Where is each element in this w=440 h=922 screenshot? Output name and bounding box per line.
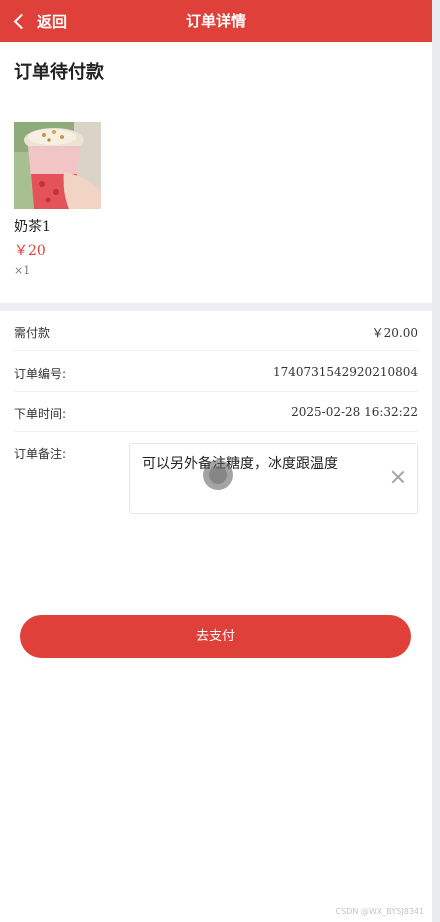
watermark: CSDN @WX_BYSJ8341 (335, 907, 424, 916)
top-navbar: 返回 订单详情 (0, 0, 432, 42)
order-note-label: 订单备注: (14, 447, 67, 461)
row-divider (14, 350, 418, 351)
product-price: ￥20 (14, 243, 46, 259)
order-detail-screen: 返回 订单详情 订单待付款 奶茶1 ￥20 ×1 需付款 ￥20.00 订单编号… (0, 0, 432, 922)
product-name: 奶茶1 (14, 219, 51, 235)
order-number-row: 订单编号: 1740731542920210804 (14, 352, 418, 392)
amount-value: ￥20.00 (371, 326, 418, 340)
product-quantity: ×1 (14, 264, 31, 277)
amount-label: 需付款 (14, 326, 51, 340)
order-number-value: 1740731542920210804 (272, 365, 418, 379)
order-time-row: 下单时间: 2025-02-28 16:32:22 (14, 392, 418, 432)
product-image (14, 122, 101, 209)
order-number-label: 订单编号: (14, 367, 67, 381)
touch-indicator (203, 460, 233, 490)
section-divider (0, 303, 432, 311)
amount-row: 需付款 ￥20.00 (14, 311, 418, 351)
order-time-value: 2025-02-28 16:32:22 (291, 405, 418, 419)
order-note-input[interactable]: 可以另外备注糖度，冰度跟温度 (129, 443, 418, 514)
order-note-text: 可以另外备注糖度，冰度跟温度 (142, 456, 338, 472)
clear-icon[interactable] (391, 470, 405, 484)
order-status-heading: 订单待付款 (14, 62, 104, 83)
pay-button[interactable]: 去支付 (20, 615, 411, 658)
milk-tea-photo (14, 122, 101, 209)
page-title: 订单详情 (185, 12, 246, 30)
scrollbar[interactable] (432, 0, 440, 922)
order-time-label: 下单时间: (14, 407, 67, 421)
